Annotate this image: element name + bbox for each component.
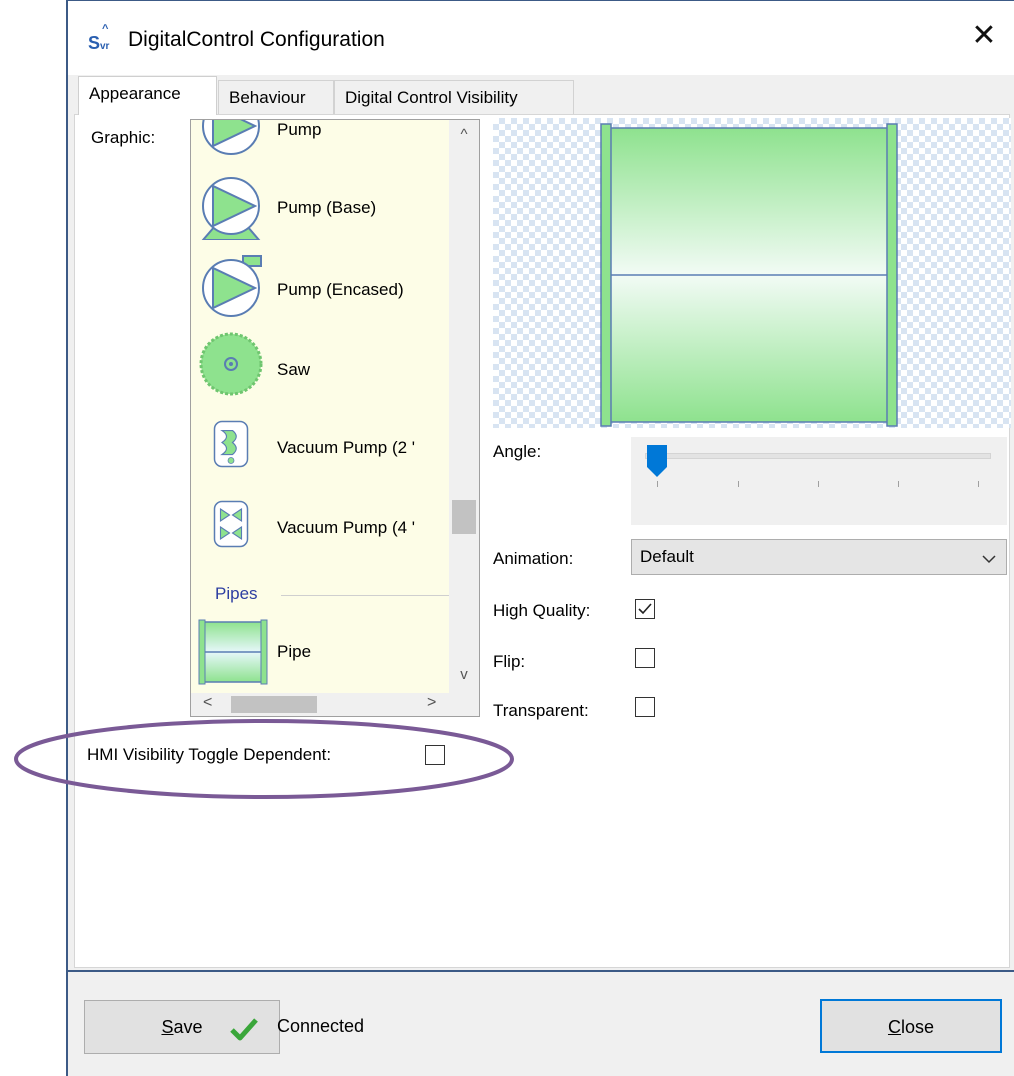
slider-tick [898, 481, 899, 487]
list-item[interactable]: Pump (Base) [191, 172, 449, 246]
animation-dropdown[interactable]: Default [631, 539, 1007, 575]
vacuum-pump-icon [213, 420, 249, 468]
app-icon: S ^ vr [88, 23, 110, 53]
slider-track [645, 453, 991, 459]
list-item[interactable]: Vacuum Pump (2 ' [191, 408, 449, 482]
flip-checkbox[interactable] [635, 648, 655, 668]
list-item[interactable]: Pump [191, 120, 449, 164]
group-divider [281, 595, 449, 596]
list-item-label: Vacuum Pump (4 ' [277, 518, 416, 537]
tab-appearance[interactable]: Appearance [78, 76, 217, 115]
vacuum-pump-icon [213, 500, 249, 548]
window-title: DigitalControl Configuration [128, 28, 385, 51]
appearance-panel: Graphic: Pump Pump (Base) Pump (Encased)… [74, 114, 1011, 968]
pipe-icon [198, 619, 268, 685]
saw-icon [199, 332, 263, 396]
scroll-right-icon[interactable]: > [427, 694, 436, 712]
list-item-label: Pump (Base) [277, 198, 377, 217]
angle-label: Angle: [493, 442, 542, 461]
graphic-label: Graphic: [91, 128, 156, 147]
chevron-down-icon [982, 555, 996, 564]
save-button-label: Save [161, 1017, 203, 1037]
high-quality-checkbox[interactable] [635, 599, 655, 619]
tab-digital-control-visibility[interactable]: Digital Control Visibility [334, 80, 574, 114]
list-item[interactable]: Vacuum Pump (4 ' [191, 488, 449, 562]
list-item-label: Saw [277, 360, 311, 379]
list-item[interactable]: Saw [191, 328, 449, 402]
flip-label: Flip: [493, 652, 526, 671]
pump-base-icon [201, 177, 261, 240]
scroll-up-icon[interactable]: ^ [449, 126, 479, 143]
close-button[interactable]: Close [820, 999, 1002, 1053]
list-item-pipe[interactable]: Pipe [191, 616, 449, 690]
scroll-thumb[interactable] [231, 696, 317, 713]
scroll-left-icon[interactable]: < [203, 694, 212, 712]
pump-encased-icon [202, 255, 262, 317]
graphic-list[interactable]: Pump Pump (Base) Pump (Encased) Saw Vacu… [190, 119, 480, 717]
pump-icon [202, 120, 260, 155]
slider-tick [818, 481, 819, 487]
animation-label: Animation: [493, 549, 574, 568]
list-item[interactable]: Pump (Encased) [191, 250, 449, 324]
horizontal-scrollbar[interactable]: < > [191, 693, 479, 716]
checkmark-icon [638, 603, 652, 615]
scroll-thumb[interactable] [452, 500, 476, 534]
high-quality-label: High Quality: [493, 601, 591, 620]
animation-value: Default [640, 547, 694, 566]
slider-tick [738, 481, 739, 487]
connected-check-icon [230, 1018, 258, 1041]
list-item-label: Pump [277, 120, 322, 139]
connection-status: Connected [277, 1016, 365, 1036]
close-button-label: Close [887, 1017, 935, 1037]
transparent-checkbox[interactable] [635, 697, 655, 717]
list-item-label: Vacuum Pump (2 ' [277, 438, 416, 457]
tab-behaviour[interactable]: Behaviour [218, 80, 334, 114]
pipe-preview-image [600, 123, 898, 427]
scroll-down-icon[interactable]: v [449, 666, 479, 683]
graphic-preview [493, 118, 1011, 428]
configuration-dialog: S ^ vr DigitalControl Configuration ✕ Appe… [66, 0, 1014, 1076]
footer-divider [68, 970, 1014, 972]
list-item-label: Pump (Encased) [277, 280, 404, 299]
slider-thumb[interactable] [647, 445, 667, 477]
slider-tick [657, 481, 658, 487]
title-bar: S ^ vr DigitalControl Configuration ✕ [68, 1, 1014, 75]
angle-slider[interactable] [631, 437, 1007, 525]
group-header-pipes: Pipes [215, 584, 258, 603]
annotation-oval [14, 719, 514, 799]
slider-tick [978, 481, 979, 487]
close-icon[interactable]: ✕ [966, 19, 1002, 53]
vertical-scrollbar[interactable]: ^ v [449, 120, 479, 695]
list-item-label: Pipe [277, 642, 312, 661]
